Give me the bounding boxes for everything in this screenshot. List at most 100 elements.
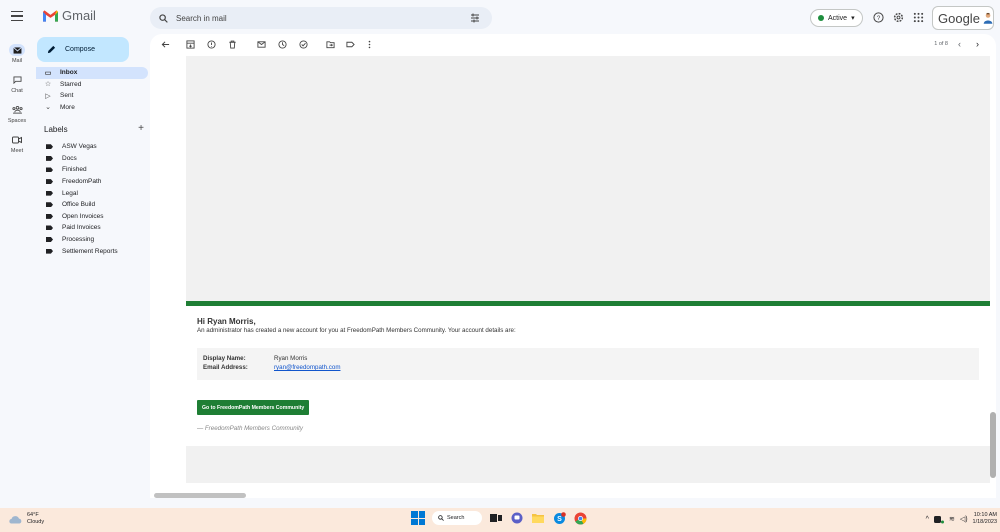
nav-item-inbox[interactable]: ▭ Inbox: [36, 67, 148, 79]
sent-icon: ▷: [45, 92, 51, 100]
wifi-icon[interactable]: ≋: [949, 515, 955, 523]
move-to-folder-icon[interactable]: [326, 40, 335, 49]
weather-widget[interactable]: 64°F Cloudy: [8, 512, 44, 526]
rail-spaces[interactable]: Spaces: [0, 104, 34, 124]
email-address-link[interactable]: ryan@freedompath.com: [274, 363, 340, 372]
label-tag-icon: [46, 213, 53, 219]
rail-chat[interactable]: Chat: [0, 74, 34, 94]
label-text: Office Build: [62, 201, 96, 209]
svg-text:S: S: [557, 516, 562, 523]
label-tag-icon: [46, 190, 53, 196]
mail-icon: [12, 46, 22, 54]
rail-mail[interactable]: Mail: [0, 44, 34, 64]
nav-item-starred[interactable]: ☆ Starred: [36, 79, 148, 91]
newer-chevron-icon[interactable]: ‹: [958, 39, 961, 49]
labels-list: ASW Vegas Docs Finished FreedomPath Lega…: [36, 141, 148, 257]
label-tag-icon: [46, 167, 53, 173]
rail-meet[interactable]: Meet: [0, 134, 34, 154]
email-greeting: Hi Ryan Morris,: [197, 317, 256, 326]
older-chevron-icon[interactable]: ›: [976, 39, 979, 49]
account-details-box: Display Name: Ryan Morris Email Address:…: [197, 348, 979, 380]
taskbar-apps: Search S: [411, 511, 587, 525]
mark-unread-icon[interactable]: [257, 40, 266, 49]
google-account-button[interactable]: Google: [932, 6, 994, 30]
status-dropdown[interactable]: Active ▾: [810, 9, 863, 27]
gmail-logo[interactable]: Gmail: [43, 8, 96, 23]
show-hidden-icons-icon[interactable]: ^: [926, 516, 929, 523]
windows-start-icon[interactable]: [411, 511, 425, 525]
email-footer-area: [186, 446, 990, 483]
taskbar-search[interactable]: Search: [432, 511, 482, 525]
help-icon[interactable]: ?: [873, 12, 884, 23]
chevron-down-icon: ⌄: [45, 104, 51, 112]
compose-label: Compose: [65, 46, 95, 53]
nav-inbox-label: Inbox: [60, 69, 78, 77]
nav-item-more[interactable]: ⌄ More: [36, 102, 148, 114]
chrome-icon[interactable]: [573, 511, 587, 525]
message-toolbar: 1 of 8 ‹ ›: [150, 34, 996, 56]
apps-grid-icon[interactable]: [913, 12, 924, 23]
snooze-clock-icon[interactable]: [278, 40, 287, 49]
search-icon[interactable]: [159, 13, 168, 23]
chevron-down-icon: ▾: [851, 15, 855, 22]
label-item-docs[interactable]: Docs: [36, 153, 148, 165]
back-arrow-icon[interactable]: [161, 40, 170, 49]
more-vert-icon[interactable]: [365, 40, 374, 49]
inbox-icon: ▭: [44, 69, 52, 77]
label-item-paid-invoices[interactable]: Paid Invoices: [36, 222, 148, 234]
status-dot-icon: [818, 15, 824, 21]
star-icon: ☆: [44, 81, 52, 89]
label-text: Paid Invoices: [62, 224, 101, 232]
skype-icon[interactable]: S: [552, 511, 566, 525]
email-address-key: Email Address:: [203, 364, 248, 371]
label-item-office-build[interactable]: Office Build: [36, 199, 148, 211]
settings-gear-icon[interactable]: [893, 12, 904, 23]
label-item-finished[interactable]: Finished: [36, 164, 148, 176]
detail-row-email: Email Address: ryan@freedompath.com: [203, 363, 973, 372]
archive-icon[interactable]: [186, 40, 195, 49]
vertical-scrollbar[interactable]: [990, 412, 996, 478]
label-text: Settlement Reports: [62, 247, 118, 255]
label-item-settlement-reports[interactable]: Settlement Reports: [36, 245, 148, 257]
message-view: 1 of 8 ‹ › Hi Ryan Morris, An administra…: [150, 34, 996, 498]
teams-meet-tray-icon[interactable]: [933, 515, 944, 524]
spaces-icon: [11, 106, 23, 114]
add-task-icon[interactable]: [299, 40, 308, 49]
label-item-processing[interactable]: Processing: [36, 234, 148, 246]
labels-header: Labels +: [44, 124, 144, 135]
weather-temp: 64°F: [27, 512, 39, 518]
teams-chat-icon[interactable]: [510, 511, 524, 525]
main-menu-icon[interactable]: [11, 11, 23, 21]
email-body: Hi Ryan Morris, An administrator has cre…: [186, 306, 990, 446]
add-label-icon[interactable]: +: [138, 124, 144, 134]
search-bar[interactable]: Search in mail: [150, 7, 492, 29]
label-text: FreedomPath: [62, 178, 102, 186]
compose-button[interactable]: Compose: [37, 37, 129, 62]
search-input[interactable]: Search in mail: [176, 14, 227, 23]
mail-nav: ▭ Inbox ☆ Starred ▷ Sent ⌄ More: [36, 67, 148, 113]
go-to-community-button[interactable]: Go to FreedomPath Members Community: [197, 400, 310, 415]
system-tray: ^ ≋ ◁) 10:10 AM 1/18/2023: [926, 512, 997, 526]
task-view-icon[interactable]: [489, 511, 503, 525]
label-item-legal[interactable]: Legal: [36, 187, 148, 199]
clock[interactable]: 10:10 AM 1/18/2023: [973, 512, 997, 526]
delete-icon[interactable]: [228, 40, 237, 49]
weather-condition: Cloudy: [27, 519, 45, 525]
report-spam-icon[interactable]: [207, 40, 216, 49]
nav-item-sent[interactable]: ▷ Sent: [36, 90, 148, 102]
avatar[interactable]: [983, 10, 993, 26]
pager-text: 1 of 8: [934, 41, 948, 47]
label-item-freedompath[interactable]: FreedomPath: [36, 176, 148, 188]
label-text: Open Invoices: [62, 212, 104, 220]
status-label: Active: [828, 14, 848, 22]
file-explorer-icon[interactable]: [531, 511, 545, 525]
label-item-asw-vegas[interactable]: ASW Vegas: [36, 141, 148, 153]
search-options-icon[interactable]: [470, 13, 480, 23]
windows-taskbar: 64°F Cloudy Search S ^ ≋ ◁) 10:10 AM 1/1…: [0, 508, 1000, 532]
horizontal-scrollbar[interactable]: [154, 493, 246, 498]
label-icon[interactable]: [346, 40, 355, 49]
volume-icon[interactable]: ◁): [960, 515, 968, 523]
nav-sent-label: Sent: [60, 92, 74, 100]
meet-icon: [12, 136, 22, 144]
label-item-open-invoices[interactable]: Open Invoices: [36, 211, 148, 223]
